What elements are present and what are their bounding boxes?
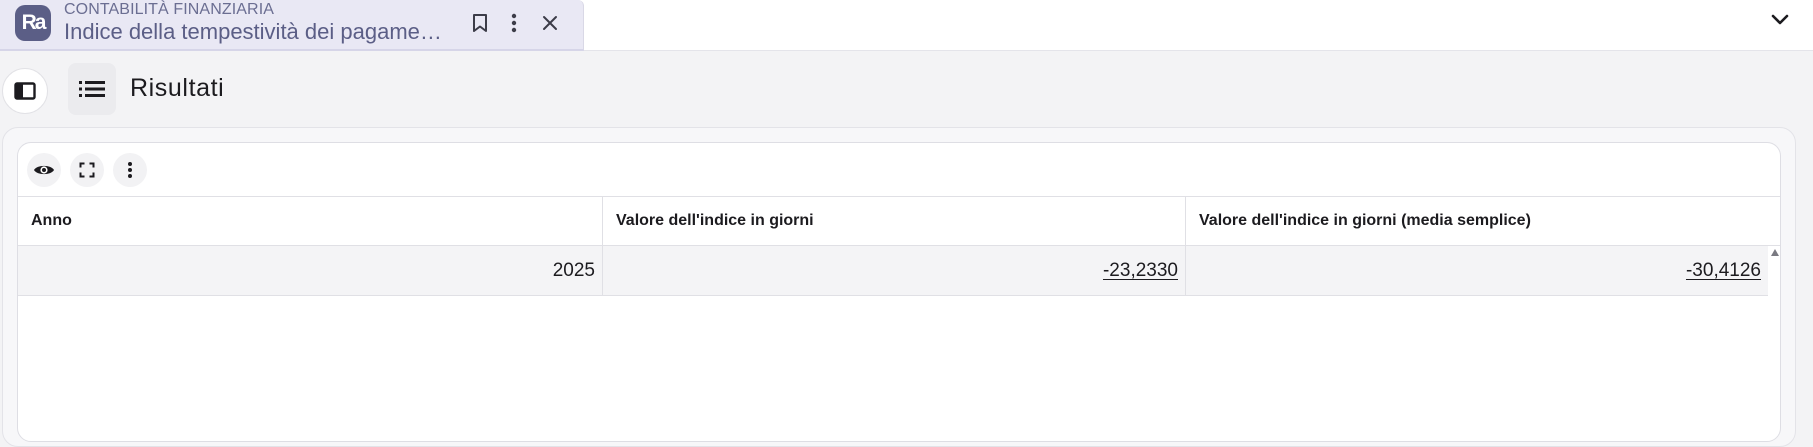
cell-valore-indice: -23,2330 <box>602 246 1185 295</box>
table-row[interactable]: 2025 -23,2330 -30,4126 <box>18 246 1768 296</box>
chevron-down-icon <box>1771 14 1789 25</box>
tab-section-label: CONTABILITÀ FINANZIARIA <box>64 1 275 18</box>
cell-anno-value: 2025 <box>552 259 595 281</box>
close-tab-button[interactable] <box>536 9 564 37</box>
tab-title[interactable]: Indice della tempestività dei pagame… <box>64 19 444 45</box>
bookmark-button[interactable] <box>466 9 494 37</box>
scroll-up-arrow[interactable] <box>1770 247 1780 257</box>
results-table-card: Anno Valore dell'indice in giorni Valore… <box>17 142 1781 442</box>
more-vert-icon <box>511 13 517 33</box>
table-menu-button[interactable] <box>113 153 147 187</box>
sidebar-toggle-icon <box>14 82 36 100</box>
triangle-up-icon <box>1771 248 1779 256</box>
table-toolbar <box>18 143 1780 196</box>
collapse-button[interactable] <box>1764 4 1796 36</box>
column-header-valore-indice[interactable]: Valore dell'indice in giorni <box>602 197 1185 245</box>
active-tab[interactable]: Ra CONTABILITÀ FINANZIARIA Indice della … <box>0 0 584 51</box>
table-header: Anno Valore dell'indice in giorni Valore… <box>18 196 1780 246</box>
more-vert-icon <box>128 162 132 178</box>
cell-valore-indice-media-link[interactable]: -30,4126 <box>1686 260 1761 282</box>
visibility-button[interactable] <box>27 153 61 187</box>
eye-icon <box>34 165 54 175</box>
top-tab-bar: Ra CONTABILITÀ FINANZIARIA Indice della … <box>0 0 1813 51</box>
fullscreen-icon <box>79 162 95 178</box>
list-icon <box>79 81 105 97</box>
cell-anno: 2025 <box>18 246 602 295</box>
fullscreen-button[interactable] <box>70 153 104 187</box>
cell-valore-indice-media: -30,4126 <box>1185 246 1768 295</box>
app-logo: Ra <box>15 5 51 41</box>
close-icon <box>543 16 557 30</box>
bookmark-icon <box>473 14 487 32</box>
column-header-anno[interactable]: Anno <box>18 197 602 245</box>
results-icon-box <box>68 63 116 115</box>
page-title: Risultati <box>130 74 225 102</box>
tab-menu-button[interactable] <box>500 9 528 37</box>
column-header-valore-indice-media[interactable]: Valore dell'indice in giorni (media semp… <box>1185 197 1768 245</box>
sidebar-toggle-button[interactable] <box>2 68 48 114</box>
cell-valore-indice-link[interactable]: -23,2330 <box>1103 260 1178 282</box>
